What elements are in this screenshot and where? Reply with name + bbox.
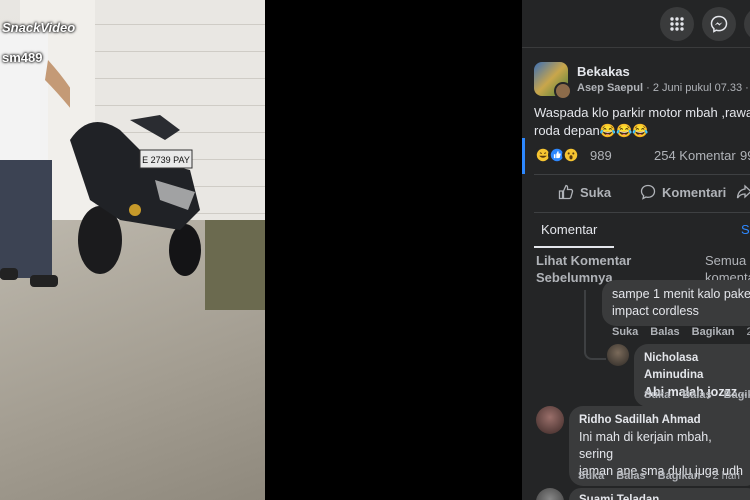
commenter-avatar[interactable] — [536, 406, 564, 434]
messenger-button[interactable] — [702, 7, 736, 41]
comment-icon — [640, 184, 656, 200]
comment-reply-button[interactable]: Balas — [616, 470, 645, 482]
comment-time[interactable]: 2 hari — [712, 470, 740, 482]
wow-reaction-icon[interactable] — [562, 146, 580, 164]
reactions-summary: 989 254 Komentar 99 — [534, 146, 750, 166]
comment-text-line-1: Ini mah di kerjain mbah, sering — [579, 430, 712, 461]
account-button[interactable] — [744, 7, 750, 41]
comment-text: sampe 1 menit kalo pake impact cordless — [612, 287, 750, 318]
share-count[interactable]: 99 — [740, 148, 750, 163]
person-image — [0, 30, 70, 287]
comment-button[interactable]: Komentari — [640, 184, 726, 200]
menu-grid-button[interactable] — [660, 7, 694, 41]
comment-share-button[interactable]: Bagikan — [692, 326, 735, 338]
scooter-image: E 2739 PAY — [70, 115, 201, 276]
active-indicator — [522, 138, 525, 174]
commenter-name[interactable]: Nicholasa Aminudina — [644, 350, 750, 384]
comment-time[interactable]: 2 — [746, 326, 750, 338]
post-meta: Asep Saepul · 2 Juni pukul 07.33 · — [577, 82, 749, 94]
post-text-line-2-text: roda depan — [534, 123, 600, 138]
top-bar — [522, 0, 750, 48]
share-button[interactable] — [736, 184, 750, 200]
comment-like-button[interactable]: Suka — [612, 326, 638, 338]
comment-share-button[interactable]: Bagikan — [724, 389, 750, 401]
active-tab-underline — [534, 246, 614, 248]
author-avatar[interactable] — [554, 82, 572, 100]
comment-reply-button[interactable]: Balas — [682, 389, 711, 401]
messenger-icon — [710, 15, 728, 33]
divider — [534, 174, 750, 175]
like-button[interactable]: Suka — [558, 184, 611, 200]
post-text: Waspada klo parkir motor mbah ,rawa roda… — [534, 104, 750, 140]
commenter-name[interactable]: Ridho Sadillah Ahmad — [579, 412, 749, 429]
comment-actions: Suka Balas Bagikan — [644, 389, 750, 401]
comment-bubble: sampe 1 menit kalo pake impact cordless — [602, 280, 750, 326]
facebook-photo-viewer: E 2739 PAY SnackVideo sm489 Bekakas Asep… — [0, 0, 750, 500]
post-panel: Bekakas Asep Saepul · 2 Juni pukul 07.33… — [522, 0, 750, 500]
comment-actions: Suka Balas Bagikan 2 — [612, 326, 750, 338]
post-text-line-2: roda depan😂😂😂 — [534, 122, 750, 140]
comment-like-button[interactable]: Suka — [578, 470, 604, 482]
divider — [534, 212, 750, 213]
post-header: Bekakas Asep Saepul · 2 Juni pukul 07.33… — [534, 62, 750, 102]
post-text-line-1: Waspada klo parkir motor mbah ,rawa — [534, 105, 750, 120]
comment-reply-button[interactable]: Balas — [650, 326, 679, 338]
commenter-avatar[interactable] — [536, 488, 564, 500]
comment-actions: Suka Balas Bagikan 2 hari — [578, 470, 750, 482]
commenter-avatar[interactable] — [607, 344, 629, 366]
video-player[interactable]: E 2739 PAY SnackVideo sm489 — [0, 0, 522, 500]
author-name[interactable]: Asep Saepul — [577, 82, 643, 94]
post-date[interactable]: · 2 Juni pukul 07.33 · — [646, 82, 749, 94]
tab-second[interactable]: Se — [741, 222, 750, 237]
commenter-name[interactable]: Suami Teladan — [579, 492, 749, 500]
comment-share-button[interactable]: Bagikan — [658, 470, 701, 482]
video-frame[interactable]: E 2739 PAY SnackVideo sm489 — [0, 0, 265, 500]
group-name[interactable]: Bekakas — [577, 64, 630, 79]
tab-comments[interactable]: Komentar — [541, 222, 597, 237]
comment-like-button[interactable]: Suka — [644, 389, 670, 401]
license-plate-text: E 2739 PAY — [142, 155, 190, 165]
video-watermark: SnackVideo — [2, 20, 76, 35]
comment-count[interactable]: 254 Komentar — [654, 148, 736, 163]
comment-bubble: Suami Teladan — [569, 488, 750, 500]
reaction-count[interactable]: 989 — [590, 148, 612, 163]
grid-icon — [670, 17, 684, 31]
comment-label: Komentari — [662, 184, 727, 200]
like-label: Suka — [580, 184, 612, 200]
post-text-emojis: 😂😂😂 — [599, 123, 649, 138]
share-icon — [736, 184, 750, 199]
thumbs-up-icon — [558, 184, 574, 200]
video-username: sm489 — [2, 50, 43, 65]
